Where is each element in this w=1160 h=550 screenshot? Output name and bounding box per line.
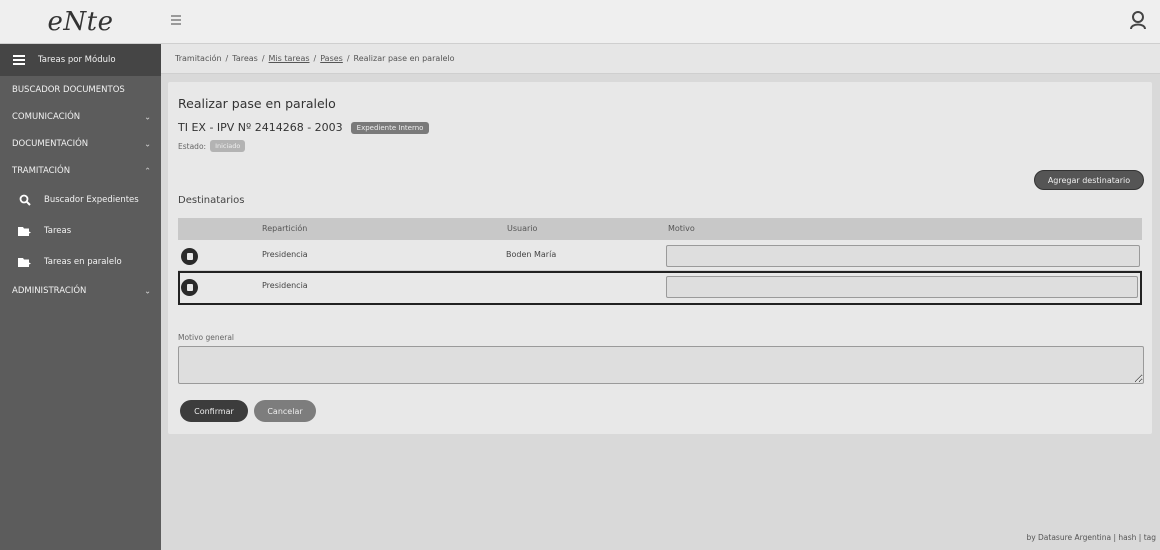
column-header-reparticion: Repartición xyxy=(262,224,308,233)
chevron-down-icon: ⌄ xyxy=(144,112,151,121)
motivo-general-label: Motivo general xyxy=(178,333,235,342)
sidebar-item-tramitacion[interactable]: TRAMITACIÓN ⌃ xyxy=(0,157,161,184)
breadcrumb-item-pases[interactable]: Pases xyxy=(320,54,343,63)
breadcrumb-separator: / xyxy=(346,54,350,63)
list-icon xyxy=(12,53,26,67)
hamburger-menu-icon[interactable] xyxy=(171,15,181,25)
sidebar-item-tareas-por-modulo[interactable]: Tareas por Módulo xyxy=(0,44,161,76)
expediente-line: TI EX - IPV Nº 2414268 - 2003 Expediente… xyxy=(178,121,430,134)
breadcrumb-item-current: Realizar pase en paralelo xyxy=(353,54,455,63)
cell-reparticion: Presidencia xyxy=(262,250,308,259)
sidebar-item-buscador-expedientes[interactable]: Buscador Expedientes xyxy=(0,184,161,215)
table-row-selected: Presidencia xyxy=(178,271,1142,305)
sidebar-item-label: TRAMITACIÓN xyxy=(12,165,71,176)
sidebar-item-tareas-en-paralelo[interactable]: Tareas en paralelo xyxy=(0,246,161,277)
main-card: Realizar pase en paralelo TI EX - IPV Nº… xyxy=(168,82,1152,434)
logo-area[interactable]: eNte xyxy=(0,0,161,44)
sidebar: eNte Tareas por Módulo BUSCADOR DOCUMENT… xyxy=(0,0,161,550)
breadcrumb-item-tareas[interactable]: Tareas xyxy=(232,54,258,63)
sidebar-item-label: Tareas xyxy=(44,225,72,236)
sidebar-item-comunicacion[interactable]: COMUNICACIÓN ⌄ xyxy=(0,103,161,130)
page-title: Realizar pase en paralelo xyxy=(178,96,336,111)
recipients-table-header: Repartición Usuario Motivo xyxy=(178,218,1142,240)
sidebar-item-administracion[interactable]: ADMINISTRACIÓN ⌄ xyxy=(0,277,161,304)
sidebar-item-label: Tareas por Módulo xyxy=(38,55,116,65)
top-bar xyxy=(161,0,1160,44)
breadcrumb-separator: / xyxy=(225,54,229,63)
chevron-up-icon: ⌃ xyxy=(144,166,151,175)
sidebar-item-label: Buscador Expedientes xyxy=(44,194,139,205)
breadcrumb-separator: / xyxy=(261,54,265,63)
delete-row-button[interactable] xyxy=(181,279,198,296)
delete-row-button[interactable] xyxy=(181,248,198,265)
estado-label: Estado: xyxy=(178,141,207,151)
sidebar-item-label: ADMINISTRACIÓN xyxy=(12,285,87,296)
table-row: Presidencia Boden María xyxy=(178,241,1142,271)
add-recipient-button[interactable]: Agregar destinatario xyxy=(1034,170,1144,190)
estado-line: Estado: Iniciado xyxy=(178,140,246,152)
breadcrumb-separator: / xyxy=(313,54,317,63)
column-header-usuario: Usuario xyxy=(507,224,538,233)
footer-credits: by Datasure Argentina | hash | tag xyxy=(1026,533,1156,542)
user-avatar-icon[interactable] xyxy=(1128,10,1148,30)
motivo-general-textarea[interactable] xyxy=(178,346,1144,384)
sidebar-item-label: Tareas en paralelo xyxy=(44,256,122,267)
breadcrumb-item-tramitacion[interactable]: Tramitación xyxy=(175,54,222,63)
sidebar-item-label: COMUNICACIÓN xyxy=(12,111,81,122)
cell-usuario: Boden María xyxy=(506,250,557,259)
expediente-number: TI EX - IPV Nº 2414268 - 2003 xyxy=(178,121,343,134)
sidebar-item-label: DOCUMENTACIÓN xyxy=(12,138,89,149)
folder-arrow-icon xyxy=(18,224,32,238)
sidebar-item-label: BUSCADOR DOCUMENTOS xyxy=(12,84,125,95)
sidebar-item-buscador-documentos[interactable]: BUSCADOR DOCUMENTOS xyxy=(0,76,161,103)
cell-reparticion: Presidencia xyxy=(262,281,308,290)
trash-icon xyxy=(186,284,193,291)
confirm-button[interactable]: Confirmar xyxy=(180,400,248,422)
column-header-motivo: Motivo xyxy=(668,224,695,233)
trash-icon xyxy=(186,253,193,260)
folder-arrow-icon xyxy=(18,255,32,269)
chevron-down-icon: ⌄ xyxy=(144,286,151,295)
sidebar-item-tareas[interactable]: Tareas xyxy=(0,215,161,246)
motivo-input[interactable] xyxy=(666,245,1140,267)
breadcrumb: Tramitación / Tareas / Mis tareas / Pase… xyxy=(161,44,1160,74)
app-logo: eNte xyxy=(47,6,114,37)
chevron-down-icon: ⌄ xyxy=(144,139,151,148)
expediente-type-badge: Expediente Interno xyxy=(350,121,430,134)
sidebar-item-documentacion[interactable]: DOCUMENTACIÓN ⌄ xyxy=(0,130,161,157)
status-badge: Iniciado xyxy=(210,140,246,152)
search-icon xyxy=(18,193,32,207)
recipients-section-title: Destinatarios xyxy=(178,195,245,206)
motivo-input[interactable] xyxy=(666,276,1138,298)
cancel-button[interactable]: Cancelar xyxy=(254,400,316,422)
breadcrumb-item-mis-tareas[interactable]: Mis tareas xyxy=(269,54,310,63)
